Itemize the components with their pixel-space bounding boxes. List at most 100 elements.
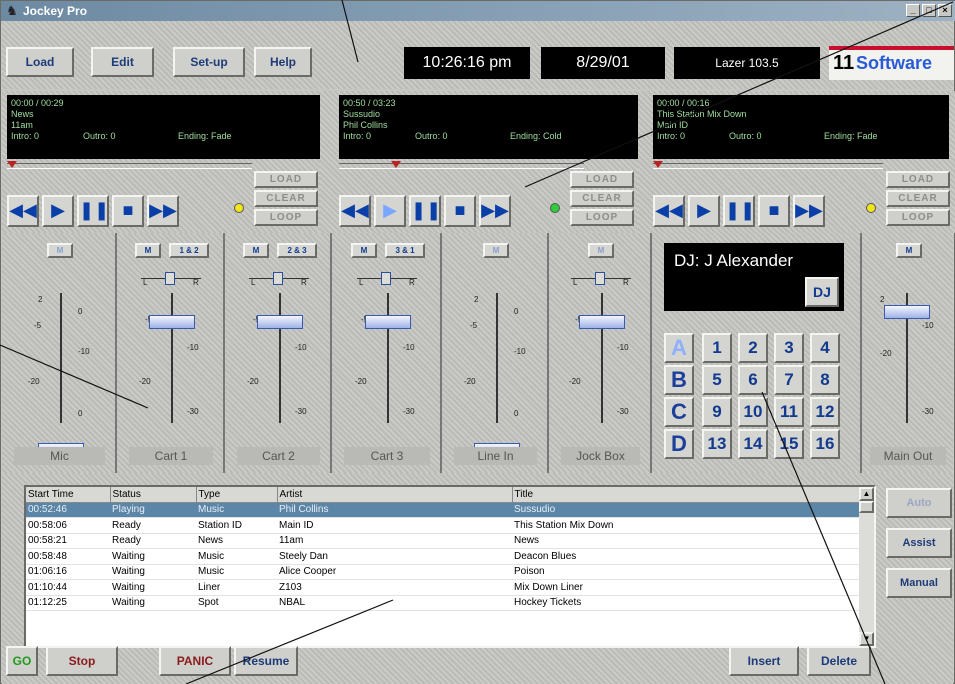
player-2-clear-button[interactable]: CLEAR [570,190,634,207]
insert-button[interactable]: Insert [729,646,799,676]
play-icon[interactable]: ▶ [688,195,720,227]
cart-5-button[interactable]: 5 [702,365,732,395]
cart-2-button[interactable]: 2 [738,333,768,363]
route-button[interactable]: 1 & 2 [169,243,209,258]
fader-cap[interactable] [257,315,303,329]
pan-knob[interactable] [165,272,175,285]
mute-button[interactable]: M [351,243,377,258]
volume-fader[interactable]: -5-10-20-30 [347,293,427,433]
cart-15-button[interactable]: 15 [774,429,804,459]
volume-fader[interactable]: -5-10-20-30 [239,293,319,433]
mute-button[interactable]: M [135,243,161,258]
pan-knob[interactable] [381,272,391,285]
edit-button[interactable]: Edit [91,47,154,77]
table-row[interactable]: 00:52:46 Playing Music Phil Collins Sussudio [26,502,859,518]
player-2-load-button[interactable]: LOAD [570,171,634,188]
cart-10-button[interactable]: 10 [738,397,768,427]
player-3-loop-button[interactable]: LOOP [886,209,950,226]
slider-thumb[interactable] [7,161,17,168]
col-artist[interactable]: Artist [277,487,513,503]
table-row[interactable]: 00:58:48 Waiting Music Steely Dan Deacon Blu… [26,548,859,565]
cart-3-button[interactable]: 3 [774,333,804,363]
volume-fader[interactable]: 2 0 -5 -10 -20 0 [20,293,100,457]
fast-forward-icon[interactable]: ▶▶ [479,195,511,227]
cart-bank-c-button[interactable]: C [664,397,694,427]
pan-slider[interactable]: LR [571,272,631,287]
player-3-load-button[interactable]: LOAD [886,171,950,188]
mute-button[interactable]: M [243,243,269,258]
setup-button[interactable]: Set-up [173,47,245,77]
slider-thumb[interactable] [653,161,663,168]
fader-cap[interactable] [365,315,411,329]
play-icon[interactable]: ▶ [42,195,74,227]
volume-fader[interactable]: -5-10-20-30 [561,293,641,433]
manual-mode-button[interactable]: Manual [886,568,952,598]
pan-slider[interactable]: LR [249,272,309,287]
load-button[interactable]: Load [6,47,74,77]
cart-7-button[interactable]: 7 [774,365,804,395]
slider-thumb[interactable] [390,161,401,168]
rewind-icon[interactable]: ◀◀ [339,195,371,227]
stop-icon[interactable]: ■ [112,195,144,227]
panic-button[interactable]: PANIC [159,646,231,676]
cart-bank-a-button[interactable]: A [664,333,694,363]
route-button[interactable]: 3 & 1 [385,243,425,258]
pan-slider[interactable]: LR [141,272,201,287]
cart-bank-d-button[interactable]: D [664,429,694,459]
pause-icon[interactable]: ❚❚ [409,195,441,227]
cart-11-button[interactable]: 11 [774,397,804,427]
player-2-loop-button[interactable]: LOOP [570,209,634,226]
cart-12-button[interactable]: 12 [810,397,840,427]
assist-mode-button[interactable]: Assist [886,528,952,558]
table-row[interactable]: 00:58:21 Ready News 11am News [26,533,859,549]
main-mute-button[interactable]: M [896,243,922,258]
go-button[interactable]: GO [6,646,38,676]
playlist-scrollbar[interactable]: ▲ ▼ [859,487,874,646]
mute-button[interactable]: M [483,243,509,258]
pause-icon[interactable]: ❚❚ [723,195,755,227]
scroll-thumb[interactable] [859,501,874,513]
stop-button[interactable]: Stop [46,646,118,676]
col-start-time[interactable]: Start Time [26,487,111,503]
cart-1-button[interactable]: 1 [702,333,732,363]
table-row[interactable]: 01:12:25 Waiting Spot NBAL Hockey Tickets [26,595,859,611]
fader-cap[interactable] [884,305,930,319]
cart-9-button[interactable]: 9 [702,397,732,427]
rewind-icon[interactable]: ◀◀ [653,195,685,227]
table-row[interactable]: 01:10:44 Waiting Liner Z103 Mix Down Liner [26,579,859,596]
cart-16-button[interactable]: 16 [810,429,840,459]
col-status[interactable]: Status [110,487,197,503]
cart-13-button[interactable]: 13 [702,429,732,459]
player-3-clear-button[interactable]: CLEAR [886,190,950,207]
volume-fader[interactable]: 2 0 -5 -10 -20 0 [456,293,536,457]
rewind-icon[interactable]: ◀◀ [7,195,39,227]
fader-cap[interactable] [579,315,625,329]
route-button[interactable]: 2 & 3 [277,243,317,258]
player-3-position-slider[interactable] [653,161,883,169]
fast-forward-icon[interactable]: ▶▶ [793,195,825,227]
stop-icon[interactable]: ■ [758,195,790,227]
dj-button[interactable]: DJ [805,277,839,307]
auto-mode-button[interactable]: Auto [886,488,952,518]
col-title[interactable]: Title [512,487,860,503]
scroll-down-arrow-icon[interactable]: ▼ [859,632,874,646]
cart-6-button[interactable]: 6 [738,365,768,395]
pan-knob[interactable] [595,272,605,285]
mute-button[interactable]: M [47,243,73,258]
delete-button[interactable]: Delete [807,646,871,676]
resume-button[interactable]: Resume [234,646,298,676]
fast-forward-icon[interactable]: ▶▶ [147,195,179,227]
scroll-up-arrow-icon[interactable]: ▲ [859,487,874,501]
mute-button[interactable]: M [588,243,614,258]
pan-knob[interactable] [273,272,283,285]
cart-8-button[interactable]: 8 [810,365,840,395]
player-1-loop-button[interactable]: LOOP [254,209,318,226]
table-row[interactable]: 00:58:06 Ready Station ID Main ID This Stati… [26,517,859,534]
maximize-button[interactable]: □ [922,4,936,17]
main-out-fader[interactable]: 2 -10 -20 -30 [866,293,946,433]
minimize-button[interactable]: _ [906,4,920,17]
cart-bank-b-button[interactable]: B [664,365,694,395]
player-1-clear-button[interactable]: CLEAR [254,190,318,207]
cart-4-button[interactable]: 4 [810,333,840,363]
pan-slider[interactable]: LR [357,272,417,287]
